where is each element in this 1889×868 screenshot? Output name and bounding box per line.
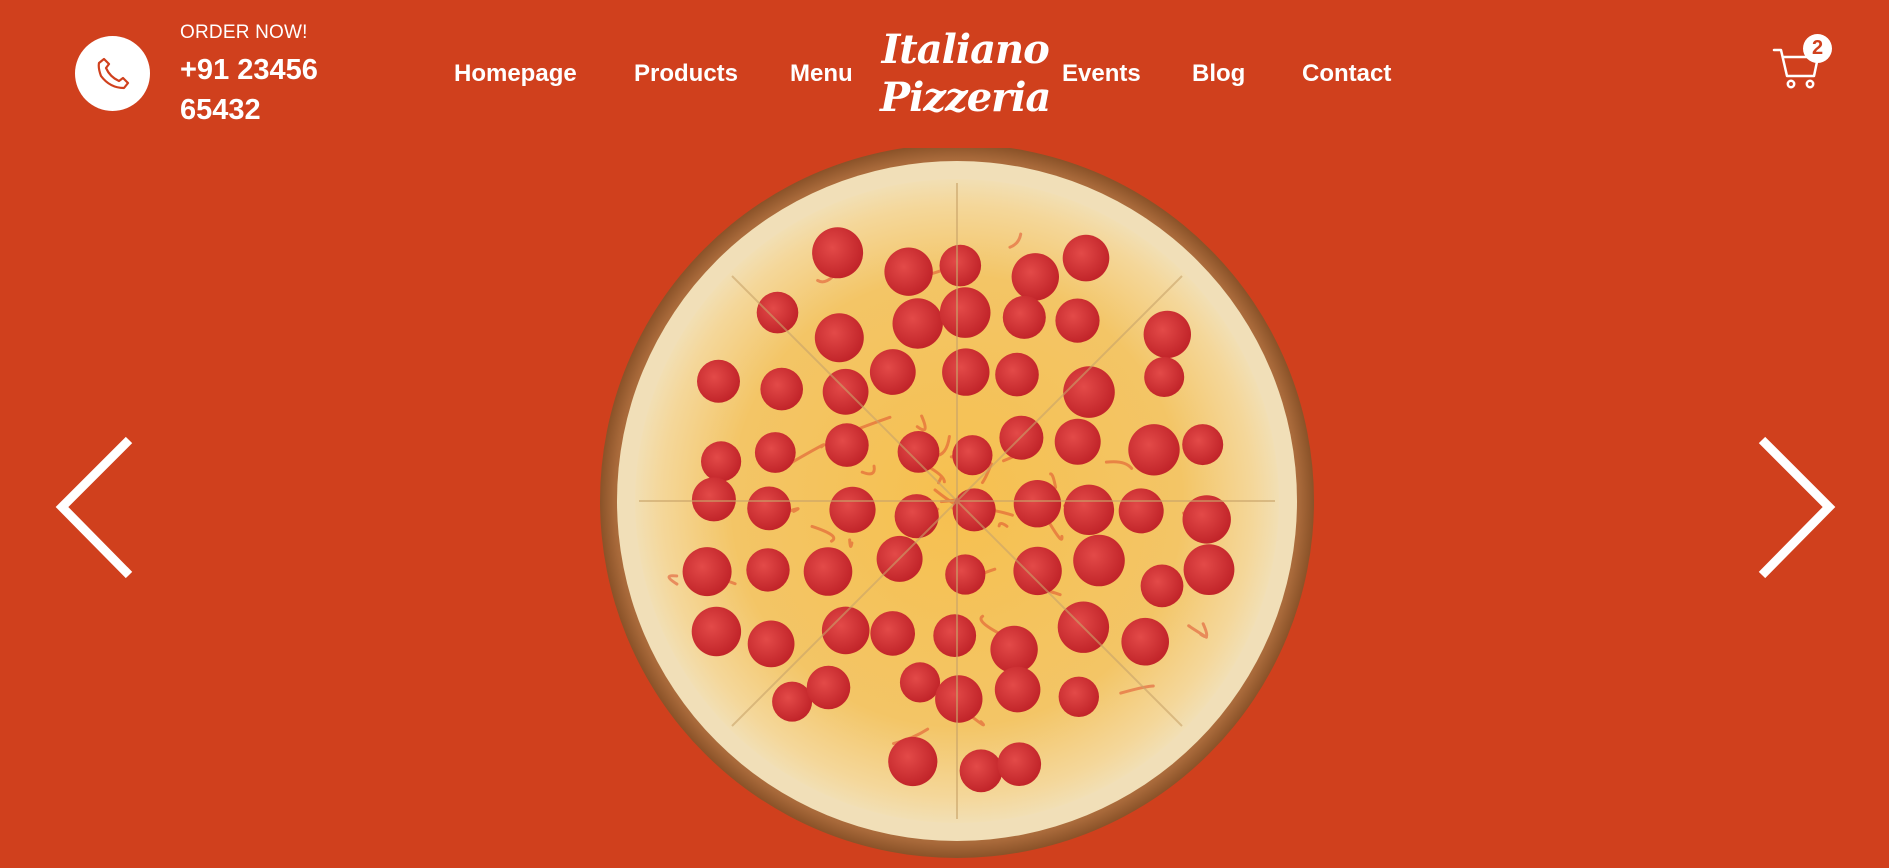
pepperoni-slice [1011,253,1059,301]
pepperoni-slice [756,291,799,334]
pepperoni-slice [994,666,1041,713]
pepperoni-slice [1058,676,1099,717]
pepperoni-slice [945,554,986,595]
pepperoni-slice [888,736,938,787]
pepperoni-slice [747,486,791,531]
pepperoni-slice [829,486,876,533]
cart-count-badge: 2 [1803,34,1832,63]
pepperoni-slice [746,548,790,592]
pepperoni-slice [997,742,1042,786]
pepperoni-slice [822,368,869,415]
phone-number[interactable]: +91 23456 65432 [180,50,360,130]
order-now-label: ORDER NOW! [180,22,308,43]
pepperoni-slice [942,348,990,396]
pepperoni-slice [1183,544,1235,595]
pepperoni-slice [1182,424,1224,466]
pepperoni-slice [825,423,869,467]
pepperoni-slice [939,287,991,338]
nav-homepage[interactable]: Homepage [454,60,577,88]
pepperoni-slice [884,247,933,296]
pepperoni-slice [1013,546,1062,596]
pepperoni-slice [682,547,732,597]
chevron-right-icon[interactable] [1757,435,1837,580]
pepperoni-slice [1121,617,1169,666]
logo-line-2: Pizzeria [880,74,1051,121]
pepperoni-slice [1062,234,1110,282]
pepperoni-slice [806,665,851,710]
pepperoni-slice [1182,495,1231,544]
pepperoni-slice [760,367,803,411]
pepperoni-slice [935,675,983,723]
pepperoni-slice [1128,424,1180,476]
pepperoni-slice [697,359,740,403]
pepperoni-slice [1073,534,1125,587]
pepperoni-slice [952,435,993,476]
chevron-left-icon[interactable] [54,435,134,580]
nav-events[interactable]: Events [1062,60,1141,88]
nav-menu[interactable]: Menu [790,60,853,88]
pepperoni-slice [995,352,1039,397]
pepperoni-slice [1140,564,1184,608]
nav-blog[interactable]: Blog [1192,60,1245,88]
pepperoni-slice [1063,484,1115,535]
pepperoni-slice [754,432,796,473]
pepperoni-slice [691,606,742,657]
pepperoni-slice [747,620,795,668]
pepperoni-slice [803,547,853,596]
nav-products[interactable]: Products [634,60,738,88]
pepperoni-slice [1055,298,1100,343]
pepperoni-slice [1063,366,1115,418]
pepperoni-slice [821,606,870,655]
pepperoni-slice [1144,357,1185,397]
pepperoni-slice [701,441,742,482]
pepperoni-slice [939,244,982,287]
phone-button[interactable] [75,36,150,111]
pepperoni-slice [933,614,977,657]
pepperoni-slice [1143,310,1191,359]
pepperoni-slice [812,227,864,279]
pepperoni-slice [990,625,1038,674]
pepperoni-slice [1054,418,1101,465]
nav-contact[interactable]: Contact [1302,60,1391,88]
pizza-image [600,144,1315,863]
logo-line-1: Italiano [881,26,1050,73]
pepperoni-slice [952,488,996,532]
pepperoni-slice [691,477,736,522]
pepperoni-slice [869,349,916,395]
pepperoni-slice [1118,488,1164,534]
site-logo[interactable]: Italiano Pizzeria [880,26,1051,122]
pepperoni-slice [772,681,813,722]
pepperoni-slice [892,298,943,349]
pepperoni-slice [959,749,1003,793]
phone-icon [97,57,129,89]
pepperoni-slice [1002,295,1046,339]
pepperoni-slice [899,662,941,703]
pepperoni-slice [1013,480,1062,528]
pepperoni-slice [870,611,915,656]
pepperoni-slice [897,431,940,473]
pepperoni-slice [814,313,864,363]
